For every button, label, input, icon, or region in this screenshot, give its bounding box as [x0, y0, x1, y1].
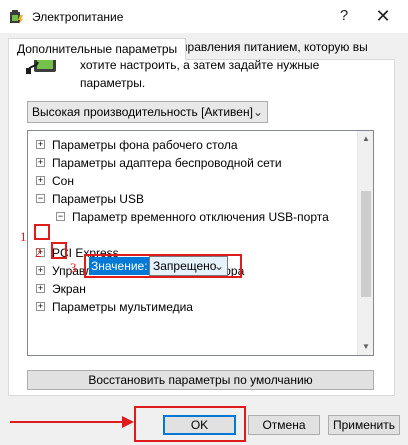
tree-item-label: Экран	[52, 282, 86, 296]
tree-item-multimedia[interactable]: + Параметры мультимедиа	[36, 298, 356, 316]
setting-value-select[interactable]: Запрещено ⌄	[149, 256, 228, 276]
collapse-icon[interactable]: −	[56, 212, 65, 221]
scroll-thumb[interactable]	[361, 191, 371, 297]
scroll-down-arrow-icon[interactable]: ▼	[358, 339, 373, 355]
tree-item-desktop-background[interactable]: + Параметры фона рабочего стола	[36, 136, 356, 154]
expand-icon[interactable]: +	[36, 266, 45, 275]
expand-icon[interactable]: +	[36, 140, 45, 149]
setting-value-text: Запрещено	[153, 259, 217, 273]
expand-icon[interactable]: +	[36, 302, 45, 311]
apply-button[interactable]: Применить	[328, 415, 400, 435]
tab-advanced-settings[interactable]: Дополнительные параметры	[8, 38, 187, 60]
annotation-step-2: 2	[35, 245, 42, 260]
ok-button[interactable]: OK	[163, 415, 236, 435]
setting-value-label: Значение:	[89, 257, 150, 275]
help-button[interactable]: ?	[333, 5, 355, 27]
tree-item-label: Параметры фона рабочего стола	[52, 138, 238, 152]
chevron-down-icon: ⌄	[252, 105, 263, 119]
tree-item-label: Параметры мультимедиа	[52, 300, 193, 314]
expand-icon[interactable]: +	[36, 158, 45, 167]
annotation-step-1: 1	[20, 229, 27, 244]
tree-item-display[interactable]: + Экран	[36, 280, 356, 298]
tree-item-label: Параметры USB	[52, 192, 144, 206]
tree-scrollbar[interactable]: ▲ ▼	[357, 131, 373, 355]
expand-icon[interactable]: +	[36, 284, 45, 293]
power-scheme-value: Высокая производительность [Активен]	[32, 105, 253, 119]
annotation-step-3: 3	[70, 260, 77, 275]
power-scheme-select[interactable]: Высокая производительность [Активен] ⌄	[27, 101, 268, 123]
chevron-down-icon: ⌄	[213, 259, 224, 273]
expand-icon[interactable]: +	[36, 176, 45, 185]
cancel-button[interactable]: Отмена	[248, 415, 320, 435]
close-button[interactable]: ✕	[366, 3, 400, 29]
scroll-up-arrow-icon[interactable]: ▲	[358, 131, 373, 147]
tree-item-sleep[interactable]: + Сон	[36, 172, 356, 190]
battery-power-icon	[10, 10, 23, 24]
tree-item-wireless-adapter[interactable]: + Параметры адаптера беспроводной сети	[36, 154, 356, 172]
settings-tree[interactable]: + Параметры фона рабочего стола + Параме…	[27, 130, 374, 356]
title-bar: Электропитание ? ✕	[0, 0, 408, 34]
tree-item-label: Сон	[52, 174, 74, 188]
restore-defaults-button[interactable]: Восстановить параметры по умолчанию	[27, 370, 374, 390]
tree-item-usb-selective-suspend[interactable]: − Параметр временного отключения USB-пор…	[56, 208, 356, 226]
window-title: Электропитание	[32, 10, 124, 24]
tree-item-usb-settings[interactable]: − Параметры USB	[36, 190, 356, 208]
collapse-icon[interactable]: −	[36, 194, 45, 203]
tree-item-label: Параметры адаптера беспроводной сети	[52, 156, 282, 170]
tree-item-label: Параметр временного отключения USB-порта	[72, 210, 329, 224]
